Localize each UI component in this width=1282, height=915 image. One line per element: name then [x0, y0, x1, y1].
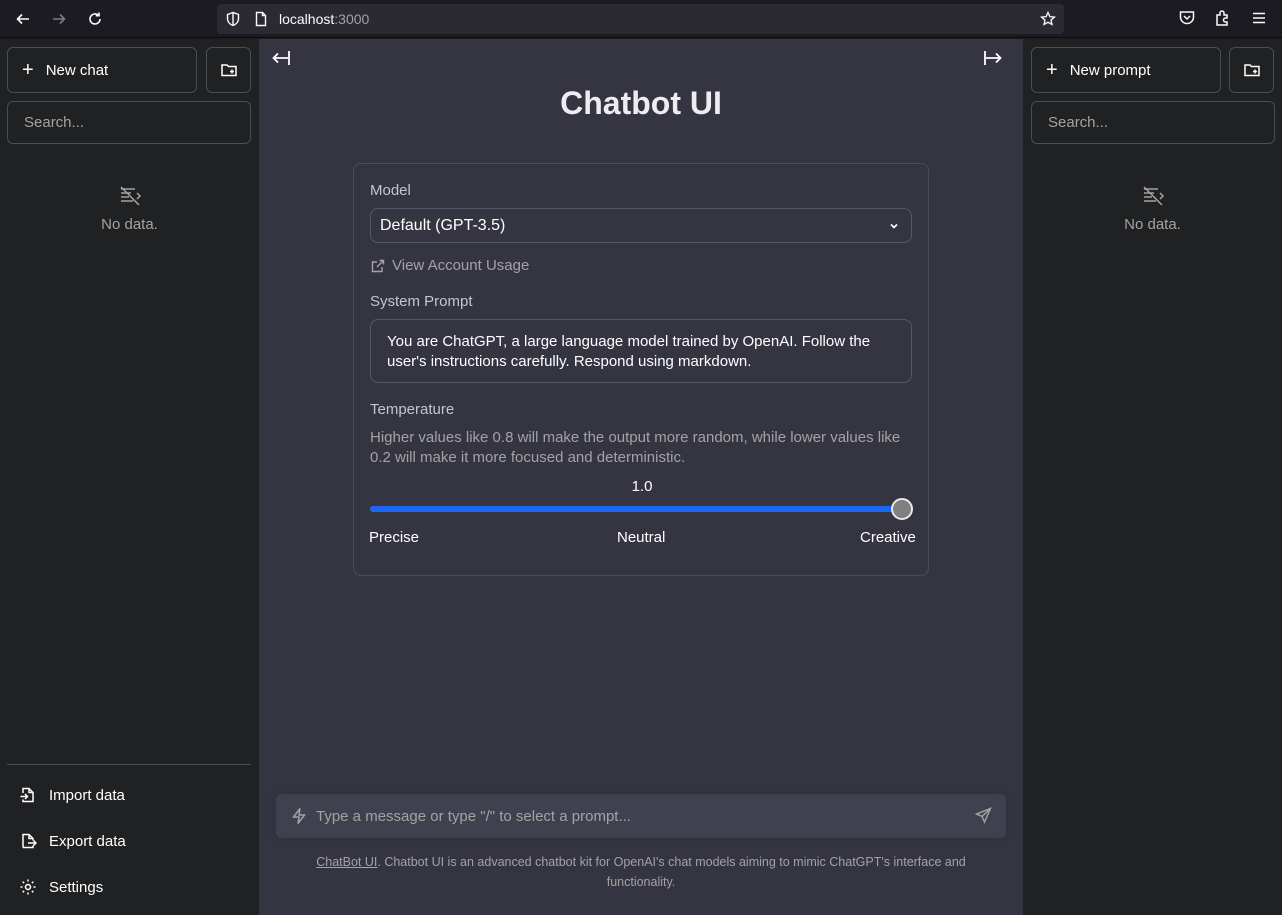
import-data-label: Import data	[49, 786, 125, 804]
url-host: localhost	[279, 11, 335, 27]
url-bar[interactable]: localhost:3000	[217, 4, 1064, 34]
settings-label: Settings	[49, 878, 104, 896]
new-chat-label: New chat	[45, 61, 109, 79]
gear-icon	[20, 879, 36, 895]
chatbot-ui-link[interactable]: ChatBot UI	[316, 855, 377, 869]
temperature-value: 1.0	[631, 478, 653, 495]
pocket-icon[interactable]	[1178, 9, 1196, 27]
prompt-search-input[interactable]	[1031, 101, 1275, 144]
scale-neutral-label: Neutral	[617, 529, 666, 546]
new-prompt-button[interactable]: + New prompt	[1031, 47, 1221, 93]
settings-button[interactable]: Settings	[7, 867, 251, 907]
import-data-button[interactable]: Import data	[7, 775, 251, 815]
file-import-icon	[20, 787, 34, 803]
send-icon[interactable]	[975, 807, 992, 824]
view-account-usage-link[interactable]: View Account Usage	[370, 257, 529, 274]
external-link-icon	[371, 259, 385, 272]
model-select[interactable]: Default (GPT-3.5)	[370, 208, 912, 243]
page-icon	[255, 11, 267, 27]
page-title: Chatbot UI	[560, 85, 722, 121]
folder-plus-icon	[220, 64, 237, 77]
scale-creative-label: Creative	[860, 529, 916, 546]
browser-toolbar: localhost:3000	[0, 0, 1282, 38]
temperature-label: Temperature	[370, 401, 455, 418]
model-label: Model	[370, 182, 411, 199]
back-arrow-icon[interactable]	[11, 7, 35, 31]
prompt-sidebar: + New prompt No data.	[1023, 39, 1282, 915]
empty-state: No data.	[1023, 184, 1282, 233]
new-chat-button[interactable]: + New chat	[7, 47, 197, 93]
temperature-slider-thumb[interactable]	[891, 498, 913, 520]
plus-icon: +	[22, 59, 34, 81]
extensions-icon[interactable]	[1214, 9, 1232, 27]
url-text: localhost:3000	[279, 11, 369, 27]
chevron-down-icon	[890, 223, 898, 229]
no-data-icon	[1142, 186, 1164, 206]
model-select-value: Default (GPT-3.5)	[380, 216, 506, 234]
collapse-right-sidebar-icon[interactable]	[982, 47, 1004, 69]
empty-text: No data.	[101, 216, 158, 233]
new-prompt-label: New prompt	[1069, 61, 1151, 79]
chat-sidebar: + New chat No data. Import data Export d…	[0, 39, 259, 915]
file-export-icon	[22, 833, 37, 849]
scale-precise-label: Precise	[369, 529, 420, 546]
new-folder-button[interactable]	[206, 47, 251, 93]
export-data-button[interactable]: Export data	[7, 821, 251, 861]
main-panel: Chatbot UI Model Default (GPT-3.5) View …	[259, 39, 1023, 915]
chat-search-input[interactable]	[7, 101, 251, 144]
temperature-description: Higher values like 0.8 will make the out…	[370, 429, 901, 466]
system-prompt-label: System Prompt	[370, 293, 473, 310]
message-input[interactable]	[316, 802, 956, 830]
bookmark-star-icon[interactable]	[1040, 11, 1056, 27]
sidebar-divider	[7, 764, 251, 765]
temperature-slider-track[interactable]	[370, 506, 902, 512]
forward-arrow-icon[interactable]	[47, 7, 71, 31]
chat-settings-card: Model Default (GPT-3.5) View Account Usa…	[353, 163, 929, 576]
plus-icon: +	[1046, 59, 1058, 81]
export-data-label: Export data	[49, 832, 126, 850]
no-data-icon	[119, 186, 141, 206]
menu-icon[interactable]	[1250, 9, 1268, 27]
empty-text: No data.	[1124, 216, 1181, 233]
url-port: :3000	[334, 11, 370, 27]
system-prompt-textarea[interactable]: You are ChatGPT, a large language model …	[370, 319, 912, 383]
chat-input-box	[276, 794, 1006, 838]
collapse-left-sidebar-icon[interactable]	[270, 47, 292, 69]
view-account-usage-label: View Account Usage	[392, 257, 530, 274]
folder-plus-icon	[1243, 64, 1260, 77]
footer-text: ChatBot UI. Chatbot UI is an advanced ch…	[294, 852, 988, 892]
footer-description: . Chatbot UI is an advanced chatbot kit …	[377, 855, 966, 889]
shield-icon[interactable]	[225, 11, 241, 27]
reload-icon[interactable]	[83, 7, 107, 31]
new-prompt-folder-button[interactable]	[1229, 47, 1274, 93]
bolt-icon[interactable]	[290, 807, 308, 825]
empty-state: No data.	[0, 184, 259, 233]
